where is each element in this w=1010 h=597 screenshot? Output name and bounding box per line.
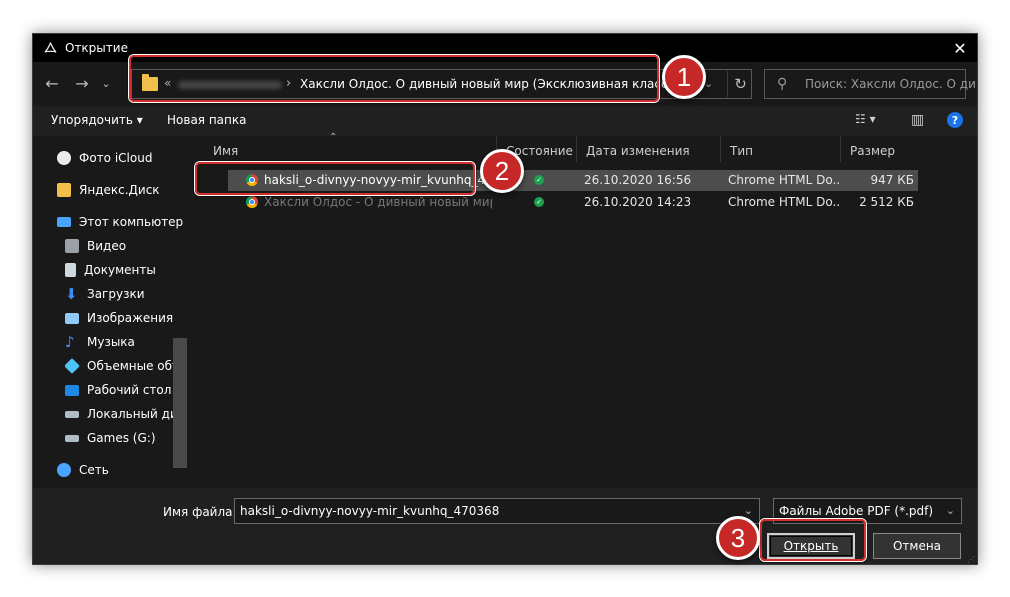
sidebar-item-games-drive[interactable]: Games (G:) [65, 428, 156, 448]
file-type: Chrome HTML Do... [728, 195, 840, 209]
sidebar-item-label: Фото iCloud [79, 151, 153, 165]
chevron-down-icon[interactable]: ⌄ [744, 504, 753, 517]
search-input[interactable]: ⚲ Поиск: Хаксли Олдос. О ди... [764, 69, 977, 99]
search-icon: ⚲ [777, 76, 788, 92]
search-placeholder: Поиск: Хаксли Олдос. О ди... [805, 77, 978, 91]
sidebar-item-network[interactable]: Сеть [57, 460, 109, 480]
close-button[interactable]: ✕ [949, 37, 971, 59]
file-date: 26.10.2020 14:23 [584, 195, 692, 209]
sidebar-item-icloud-photos[interactable]: Фото iCloud [57, 148, 152, 168]
cancel-button[interactable]: Отмена [873, 533, 961, 559]
sidebar-item-downloads[interactable]: ⬇ Загрузки [65, 284, 145, 304]
window-title: Открытие [65, 41, 128, 55]
downloads-icon: ⬇ [65, 285, 78, 303]
sidebar-item-this-pc[interactable]: Этот компьютер [57, 212, 183, 232]
sidebar-item-desktop[interactable]: Рабочий стол [65, 380, 171, 400]
annotation-badge-3: 3 [716, 516, 760, 560]
sidebar-item-label: Документы [84, 263, 156, 277]
sidebar-item-label: Яндекс.Диск [79, 183, 160, 197]
sidebar-item-label: Сеть [79, 463, 109, 477]
music-icon: ♪ [65, 333, 75, 351]
filename-label: Имя файла: [163, 505, 237, 519]
column-header-size[interactable]: Размер [841, 136, 921, 162]
back-button[interactable]: ← [41, 72, 63, 94]
column-header-type[interactable]: Тип [721, 136, 841, 162]
filetype-value: Файлы Adobe PDF (*.pdf) [779, 504, 934, 518]
sync-status-icon: ✓ [534, 197, 544, 207]
annotation-badge-2: 2 [480, 149, 524, 193]
refresh-button[interactable]: ↻ [727, 71, 753, 97]
3d-objects-icon [65, 358, 80, 374]
sidebar-item-yandex-disk[interactable]: Яндекс.Диск [57, 180, 160, 200]
chrome-html-icon [246, 196, 258, 208]
organize-button[interactable]: Упорядочить ▾ [51, 113, 143, 127]
sidebar-item-documents[interactable]: Документы [65, 260, 156, 280]
computer-icon [57, 217, 71, 227]
icloud-photos-icon [57, 151, 71, 165]
acrobat-icon [43, 41, 57, 55]
annotation-badge-1: 1 [662, 55, 706, 99]
drive-icon [65, 434, 79, 442]
sidebar-item-label: Объемные объ [87, 359, 181, 373]
documents-icon [65, 263, 76, 277]
sidebar-item-label: Видео [87, 239, 127, 253]
sidebar-item-label: Локальный дис [87, 407, 185, 421]
video-icon [65, 239, 79, 253]
table-row[interactable]: Хаксли Олдос - О дивный новый мир (... ✓… [228, 192, 918, 213]
sync-status-icon: ✓ [534, 175, 544, 185]
resize-grip-icon[interactable]: ⋰ [967, 555, 975, 564]
sidebar-item-video[interactable]: Видео [65, 236, 126, 256]
help-button[interactable]: ? [947, 112, 963, 128]
desktop-icon [65, 384, 79, 396]
sidebar-item-label: Games (G:) [87, 431, 156, 445]
sidebar-item-label: Этот компьютер [79, 215, 184, 229]
sidebar-item-pictures[interactable]: Изображения [65, 308, 173, 328]
command-toolbar: Упорядочить ▾ Новая папка ☷ ▾ ▥ ? [33, 106, 977, 136]
pictures-icon [65, 312, 79, 324]
new-folder-button[interactable]: Новая папка [167, 113, 246, 127]
view-options-icon[interactable]: ☷ ▾ [855, 112, 876, 126]
sidebar-item-local-disk[interactable]: Локальный дис [65, 404, 184, 424]
recent-locations-button[interactable]: ⌄ [95, 72, 117, 94]
network-icon [57, 463, 71, 477]
sidebar-scrollbar[interactable] [173, 338, 187, 468]
navigation-pane: Фото iCloud Яндекс.Диск Этот компьютер В… [33, 136, 187, 488]
local-disk-icon [65, 410, 79, 418]
sidebar-item-3d-objects[interactable]: Объемные объ [65, 356, 181, 376]
preview-pane-icon[interactable]: ▥ [911, 112, 924, 128]
file-type: Chrome HTML Do... [728, 173, 840, 187]
sidebar-item-label: Загрузки [87, 287, 145, 301]
file-date: 26.10.2020 16:56 [584, 173, 692, 187]
chevron-down-icon[interactable]: ⌄ [946, 504, 955, 517]
open-file-dialog: Открытие ✕ ← → ⌄ ↑ « › Хаксли Олдос. О д… [32, 33, 978, 565]
forward-button[interactable]: → [71, 72, 93, 94]
yandex-disk-icon [57, 183, 71, 197]
file-name: Хаксли Олдос - О дивный новый мир (... [264, 195, 492, 209]
annotation-highlight-address [129, 55, 659, 102]
column-header-date[interactable]: Дата изменения [577, 136, 721, 162]
sidebar-item-music[interactable]: ♪ Музыка [65, 332, 135, 352]
filename-value: haksli_o-divnyy-novyy-mir_kvunhq_470368 [240, 504, 500, 518]
sidebar-item-label: Музыка [87, 335, 135, 349]
sidebar-item-label: Рабочий стол [87, 383, 172, 397]
file-size: 2 512 КБ [859, 195, 914, 209]
file-size: 947 КБ [870, 173, 914, 187]
sidebar-item-label: Изображения [87, 311, 174, 325]
annotation-highlight-open [760, 519, 866, 561]
filename-input[interactable]: haksli_o-divnyy-novyy-mir_kvunhq_470368 … [234, 498, 760, 524]
column-header-name[interactable]: Имя [204, 136, 497, 162]
annotation-highlight-file [195, 162, 475, 195]
